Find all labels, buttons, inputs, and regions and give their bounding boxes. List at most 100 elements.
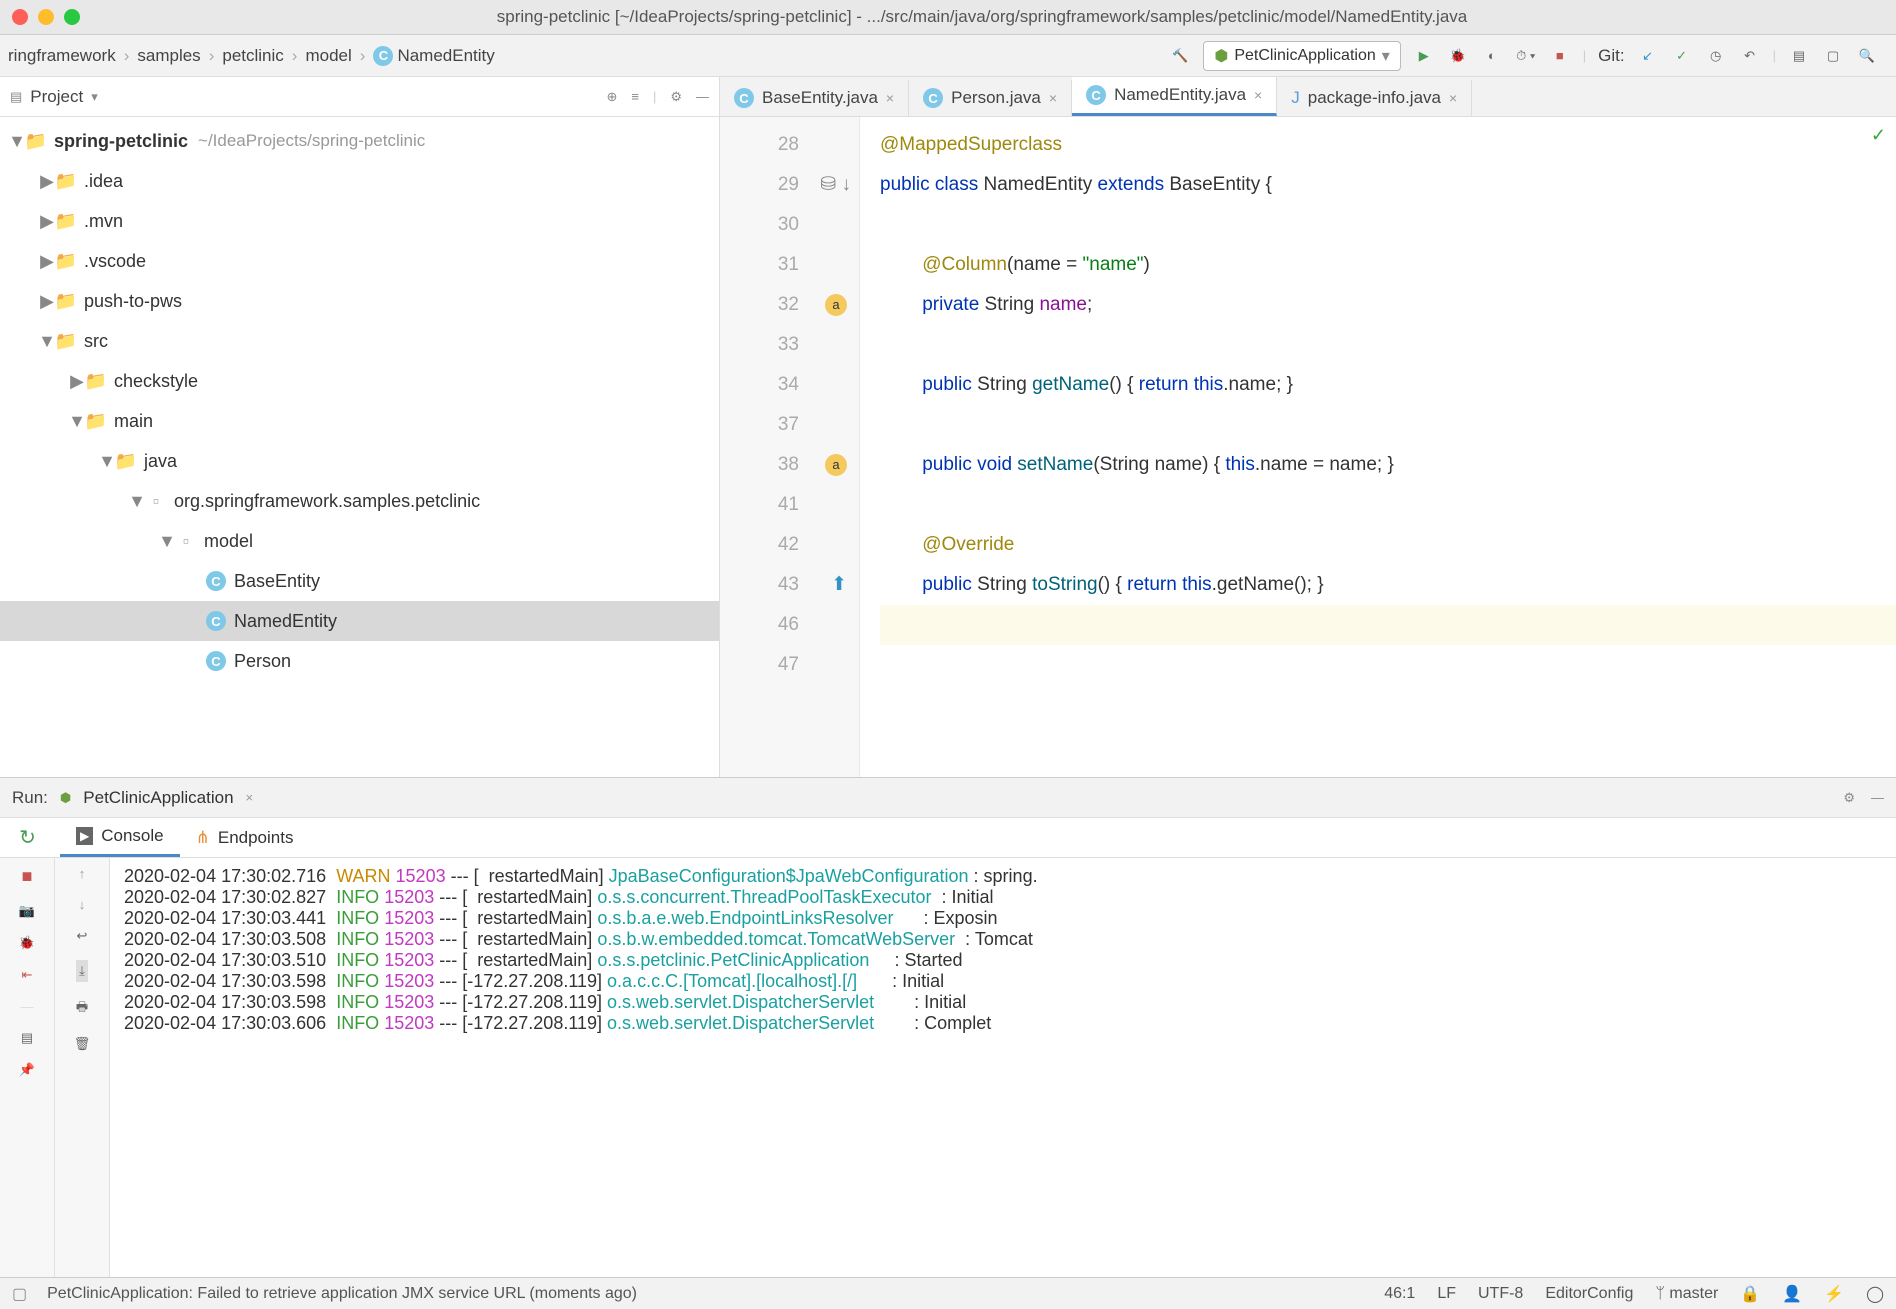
run-settings-icon[interactable]: ⚙ xyxy=(1843,790,1855,806)
minimize-window-button[interactable] xyxy=(38,9,54,25)
exit-icon[interactable]: ⇤ xyxy=(22,967,33,983)
tree-row[interactable]: ▶📁push-to-pws xyxy=(0,281,719,321)
coverage-icon[interactable]: ◐ xyxy=(1481,45,1503,67)
log-line[interactable]: 2020-02-04 17:30:02.827 INFO 15203 --- [… xyxy=(124,887,1882,908)
gutter-line[interactable]: 41 xyxy=(720,485,859,525)
tree-row[interactable]: CPerson xyxy=(0,641,719,681)
run-config-selector[interactable]: ⬢ PetClinicApplication ▾ xyxy=(1203,41,1400,71)
tree-row[interactable]: ▼📁src xyxy=(0,321,719,361)
up-icon[interactable]: ↑ xyxy=(79,866,86,881)
breadcrumb[interactable]: ringframework› samples› petclinic› model… xyxy=(8,46,495,66)
clear-icon[interactable]: 🗑 xyxy=(74,1036,91,1052)
maximize-window-button[interactable] xyxy=(64,9,80,25)
gutter-line[interactable]: 29⛁ ↓ xyxy=(720,165,859,205)
accessor-gutter-icon[interactable]: a xyxy=(825,454,847,476)
close-tab-icon[interactable]: × xyxy=(1449,90,1457,106)
log-line[interactable]: 2020-02-04 17:30:03.508 INFO 15203 --- [… xyxy=(124,929,1882,950)
profiler-icon[interactable]: ⏱ ▾ xyxy=(1515,45,1537,67)
gutter-line[interactable]: 37 xyxy=(720,405,859,445)
code-area[interactable]: @MappedSuperclasspublic class NamedEntit… xyxy=(860,117,1896,777)
editor-tab[interactable]: Jpackage-info.java× xyxy=(1277,80,1472,116)
inspection-ok-icon[interactable]: ✓ xyxy=(1871,125,1886,146)
select-opened-file-icon[interactable]: ⊕ xyxy=(606,89,617,105)
gutter[interactable]: 2829⛁ ↓303132a33343738a414243⬆4647 xyxy=(720,117,860,777)
code-line[interactable] xyxy=(880,325,1896,365)
gutter-line[interactable]: 38a xyxy=(720,445,859,485)
file-encoding[interactable]: UTF-8 xyxy=(1478,1285,1523,1303)
rerun-icon[interactable]: ↻ xyxy=(19,825,36,850)
gutter-line[interactable]: 34 xyxy=(720,365,859,405)
log-line[interactable]: 2020-02-04 17:30:03.606 INFO 15203 --- [… xyxy=(124,1013,1882,1034)
notifications-icon[interactable]: ◯ xyxy=(1866,1284,1884,1304)
log-line[interactable]: 2020-02-04 17:30:03.598 INFO 15203 --- [… xyxy=(124,971,1882,992)
editorconfig-indicator[interactable]: EditorConfig xyxy=(1545,1285,1633,1303)
gutter-line[interactable]: 31 xyxy=(720,245,859,285)
code-line[interactable] xyxy=(880,605,1896,645)
project-structure-icon[interactable]: ▤ xyxy=(1788,45,1810,67)
code-line[interactable]: public String toString() { return this.g… xyxy=(880,565,1896,605)
close-tab-icon[interactable]: × xyxy=(1254,87,1262,103)
db-gutter-icon[interactable]: ⛁ ↓ xyxy=(820,165,851,205)
code-line[interactable] xyxy=(880,405,1896,445)
lock-icon[interactable]: 🔒 xyxy=(1740,1284,1760,1304)
gutter-line[interactable]: 47 xyxy=(720,645,859,685)
project-title[interactable]: Project xyxy=(30,87,83,107)
gutter-line[interactable]: 33 xyxy=(720,325,859,365)
code-line[interactable] xyxy=(880,485,1896,525)
code-line[interactable]: @Column(name = "name") xyxy=(880,245,1896,285)
gutter-line[interactable]: 46 xyxy=(720,605,859,645)
debug-icon[interactable]: 🐞 xyxy=(1447,45,1469,67)
tree-row[interactable]: ▼📁java xyxy=(0,441,719,481)
git-update-icon[interactable]: ↙ xyxy=(1637,45,1659,67)
git-branch[interactable]: ᛘ master xyxy=(1655,1285,1718,1303)
code-line[interactable]: @Override xyxy=(880,525,1896,565)
tool-window-toggle-icon[interactable]: ▢ xyxy=(12,1284,27,1304)
print-icon[interactable]: 🖶 xyxy=(76,998,88,1020)
editor-tab[interactable]: CNamedEntity.java× xyxy=(1072,77,1277,116)
editor-tab[interactable]: CBaseEntity.java× xyxy=(720,80,909,116)
endpoints-tab[interactable]: ⋔ Endpoints xyxy=(180,818,310,857)
gutter-line[interactable]: 42 xyxy=(720,525,859,565)
breadcrumb-item[interactable]: ringframework xyxy=(8,46,116,66)
code-line[interactable]: public String getName() { return this.na… xyxy=(880,365,1896,405)
code-line[interactable]: public void setName(String name) { this.… xyxy=(880,445,1896,485)
tree-row[interactable]: ▼▫model xyxy=(0,521,719,561)
tree-row[interactable]: ▶📁.mvn xyxy=(0,201,719,241)
breadcrumb-item[interactable]: NamedEntity xyxy=(397,46,494,66)
hide-run-panel-icon[interactable]: — xyxy=(1871,790,1884,806)
breadcrumb-item[interactable]: model xyxy=(305,46,351,66)
close-window-button[interactable] xyxy=(12,9,28,25)
gutter-line[interactable]: 30 xyxy=(720,205,859,245)
hide-panel-icon[interactable]: — xyxy=(696,89,709,105)
close-tab-icon[interactable]: × xyxy=(1049,90,1057,106)
soft-wrap-icon[interactable]: ↩ xyxy=(77,928,88,944)
tree-row[interactable]: ▶📁.idea xyxy=(0,161,719,201)
tree-row[interactable]: CNamedEntity xyxy=(0,601,719,641)
override-gutter-icon[interactable]: ⬆ xyxy=(831,565,847,605)
caret-position[interactable]: 46:1 xyxy=(1384,1285,1415,1303)
presentation-icon[interactable]: ▢ xyxy=(1822,45,1844,67)
code-line[interactable] xyxy=(880,205,1896,245)
console-output[interactable]: 2020-02-04 17:30:02.716 WARN 15203 --- [… xyxy=(110,858,1896,1277)
git-history-icon[interactable]: ◷ xyxy=(1705,45,1727,67)
code-line[interactable]: @MappedSuperclass xyxy=(880,125,1896,165)
stop-process-icon[interactable]: ■ xyxy=(22,866,33,887)
git-commit-icon[interactable]: ✓ xyxy=(1671,45,1693,67)
log-line[interactable]: 2020-02-04 17:30:03.510 INFO 15203 --- [… xyxy=(124,950,1882,971)
tree-row[interactable]: ▶📁checkstyle xyxy=(0,361,719,401)
breadcrumb-item[interactable]: samples xyxy=(137,46,200,66)
tree-row[interactable]: CBaseEntity xyxy=(0,561,719,601)
gear-icon[interactable]: ⚙ xyxy=(670,89,682,105)
expand-all-icon[interactable]: ≡ xyxy=(631,89,639,105)
run-icon[interactable]: ▶ xyxy=(1413,45,1435,67)
memory-indicator-icon[interactable]: 👤 xyxy=(1782,1284,1802,1304)
console-tab[interactable]: ▶ Console xyxy=(60,818,180,857)
pin-icon[interactable]: 📌 xyxy=(19,1062,35,1078)
project-tree[interactable]: ▼ 📁 spring-petclinic ~/IdeaProjects/spri… xyxy=(0,117,719,777)
project-view-icon[interactable]: ▤ xyxy=(10,89,22,105)
dump-threads-icon[interactable]: 🐞 xyxy=(19,935,35,951)
tree-row[interactable]: ▼📁main xyxy=(0,401,719,441)
stop-icon[interactable]: ■ xyxy=(1549,45,1571,67)
code-line[interactable] xyxy=(880,645,1896,685)
gutter-line[interactable]: 32a xyxy=(720,285,859,325)
